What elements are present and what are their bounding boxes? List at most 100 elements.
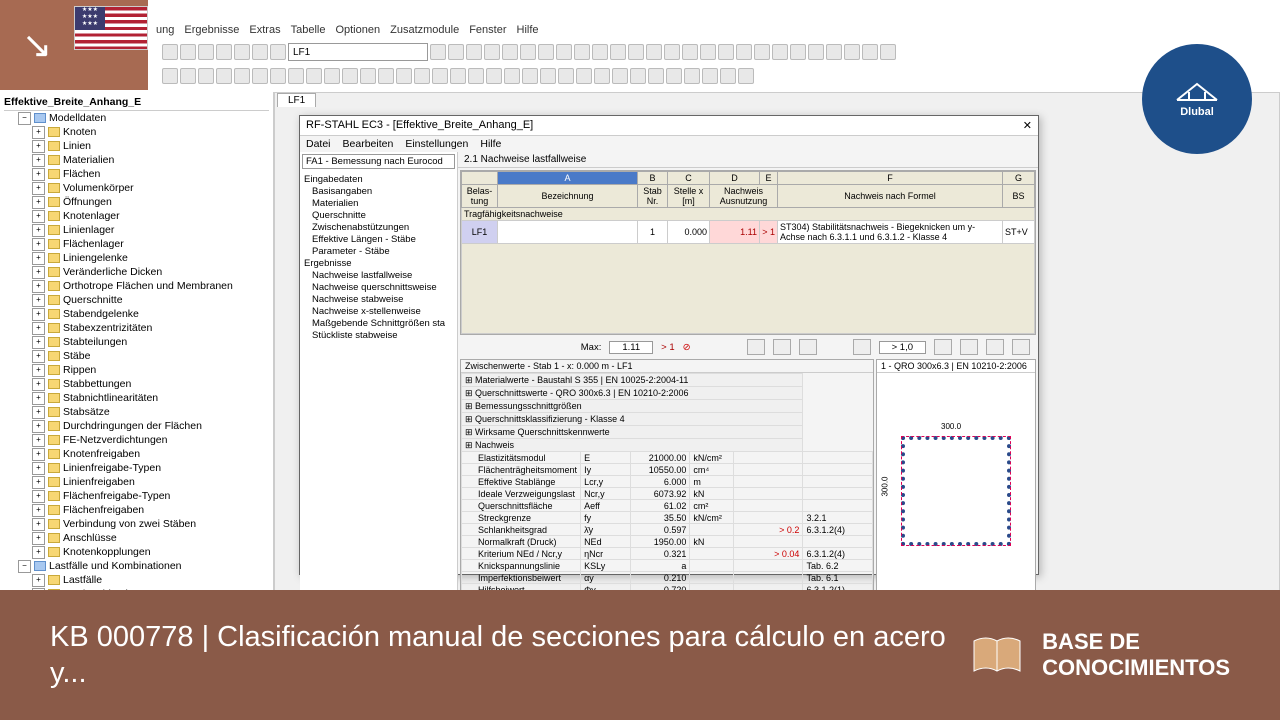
tree-root[interactable]: Effektive_Breite_Anhang_E bbox=[4, 94, 269, 111]
details-row[interactable]: Streckgrenzefy35.50kN/cm²3.2.1 bbox=[462, 512, 873, 524]
tb-icon[interactable] bbox=[466, 44, 482, 60]
tb-icon[interactable] bbox=[360, 68, 376, 84]
tree-item[interactable]: Flächenlager bbox=[32, 237, 269, 251]
tb-icon[interactable] bbox=[880, 44, 896, 60]
tb-icon[interactable] bbox=[666, 68, 682, 84]
tb-icon[interactable] bbox=[718, 44, 734, 60]
details-row[interactable]: ElastizitätsmodulE21000.00kN/cm² bbox=[462, 452, 873, 464]
tb-icon[interactable] bbox=[306, 68, 322, 84]
tree-item[interactable]: Stabendgelenke bbox=[32, 307, 269, 321]
result-row[interactable]: LF1 1 0.000 1.11 > 1 ST304) Stabilitätsn… bbox=[462, 221, 1035, 244]
tb-icon[interactable] bbox=[448, 44, 464, 60]
loadcase-combo[interactable] bbox=[288, 43, 428, 61]
filter-button[interactable] bbox=[773, 339, 791, 355]
tb-icon[interactable] bbox=[396, 68, 412, 84]
tree-item[interactable]: Stäbe bbox=[32, 349, 269, 363]
tree-item[interactable]: Lastfälle bbox=[32, 573, 269, 587]
details-row[interactable]: QuerschnittsflächeAeff61.02cm² bbox=[462, 500, 873, 512]
tb-icon[interactable] bbox=[576, 68, 592, 84]
tree-item[interactable]: Flächen bbox=[32, 167, 269, 181]
tb-icon[interactable] bbox=[646, 44, 662, 60]
details-row[interactable]: Schlankheitsgradλ̄y0.597> 0.26.3.1.2(4) bbox=[462, 524, 873, 536]
model-tab[interactable]: LF1 bbox=[277, 93, 316, 107]
menu-item[interactable]: Einstellungen bbox=[405, 138, 468, 150]
tree-item[interactable]: Knotenlager bbox=[32, 209, 269, 223]
tb-icon[interactable] bbox=[270, 68, 286, 84]
menu-item[interactable]: Hilfe bbox=[480, 138, 501, 150]
dialog-menubar[interactable]: Datei Bearbeiten Einstellungen Hilfe bbox=[300, 136, 1038, 152]
menu-item[interactable]: Fenster bbox=[469, 24, 506, 36]
nav-heading[interactable]: Ergebnisse bbox=[304, 257, 453, 269]
tree-item[interactable]: Linienfreigaben bbox=[32, 475, 269, 489]
tb-icon[interactable] bbox=[468, 68, 484, 84]
tree-item[interactable]: Stabnichtlinearitäten bbox=[32, 391, 269, 405]
tb-icon[interactable] bbox=[484, 44, 500, 60]
tb-icon[interactable] bbox=[216, 44, 232, 60]
tb-icon[interactable] bbox=[432, 68, 448, 84]
nav-item[interactable]: Nachweise lastfallweise bbox=[304, 269, 453, 281]
tb-icon[interactable] bbox=[162, 44, 178, 60]
app-menubar[interactable]: ung Ergebnisse Extras Tabelle Optionen Z… bbox=[156, 24, 539, 36]
details-row[interactable]: Ideale VerzweigungslastNcr,y6073.92kN bbox=[462, 488, 873, 500]
tb-icon[interactable] bbox=[252, 44, 268, 60]
tree-group[interactable]: Modelldaten bbox=[18, 111, 269, 125]
tb-icon[interactable] bbox=[772, 44, 788, 60]
menu-item[interactable]: Bearbeiten bbox=[343, 138, 394, 150]
tb-icon[interactable] bbox=[502, 44, 518, 60]
tree-item[interactable]: Knotenfreigaben bbox=[32, 447, 269, 461]
details-section[interactable]: Querschnittsklassifizierung - Klasse 4 bbox=[462, 413, 873, 426]
tb-icon[interactable] bbox=[754, 44, 770, 60]
details-row[interactable]: FlächenträgheitsmomentIy10550.00cm⁴ bbox=[462, 464, 873, 476]
tree-item[interactable]: Knoten bbox=[32, 125, 269, 139]
nav-item[interactable]: Maßgebende Schnittgrößen sta bbox=[304, 317, 453, 329]
scale-combo[interactable]: > 1,0 bbox=[879, 341, 926, 354]
tree-item[interactable]: Verbindung von zwei Stäben bbox=[32, 517, 269, 531]
menu-item[interactable]: Extras bbox=[249, 24, 280, 36]
tb-icon[interactable] bbox=[702, 68, 718, 84]
tool-button[interactable] bbox=[986, 339, 1004, 355]
tool-button[interactable] bbox=[1012, 339, 1030, 355]
model-view[interactable]: LF1 RF-STAHL EC3 - [Effektive_Breite_Anh… bbox=[274, 92, 1280, 600]
intermediate-values-table[interactable]: Zwischenwerte - Stab 1 - x: 0.000 m - LF… bbox=[460, 359, 874, 609]
tb-icon[interactable] bbox=[522, 68, 538, 84]
tree-item[interactable]: Öffnungen bbox=[32, 195, 269, 209]
tb-icon[interactable] bbox=[216, 68, 232, 84]
nav-item[interactable]: Querschnitte bbox=[304, 209, 453, 221]
tb-icon[interactable] bbox=[682, 44, 698, 60]
tb-icon[interactable] bbox=[430, 44, 446, 60]
tb-icon[interactable] bbox=[574, 44, 590, 60]
results-table[interactable]: A B C D E F G Belas- tung Bezeichnung bbox=[460, 170, 1036, 335]
menu-item[interactable]: Tabelle bbox=[291, 24, 326, 36]
filter-button[interactable] bbox=[747, 339, 765, 355]
tree-item[interactable]: Volumenkörper bbox=[32, 181, 269, 195]
nav-item[interactable]: Zwischenabstützungen bbox=[304, 221, 453, 233]
tb-icon[interactable] bbox=[862, 44, 878, 60]
tree-item[interactable]: Knotenkopplungen bbox=[32, 545, 269, 559]
tb-icon[interactable] bbox=[180, 68, 196, 84]
details-section[interactable]: Bemessungsschnittgrößen bbox=[462, 400, 873, 413]
tb-icon[interactable] bbox=[450, 68, 466, 84]
tb-icon[interactable] bbox=[628, 44, 644, 60]
nav-item[interactable]: Nachweise x-stellenweise bbox=[304, 305, 453, 317]
tb-icon[interactable] bbox=[556, 44, 572, 60]
details-row[interactable]: Imperfektionsbeiwertαy0.210Tab. 6.1 bbox=[462, 572, 873, 584]
details-row[interactable]: Effektive StablängeLcr,y6.000m bbox=[462, 476, 873, 488]
tree-item[interactable]: Querschnitte bbox=[32, 293, 269, 307]
close-icon[interactable]: ✕ bbox=[1023, 119, 1032, 132]
tool-button[interactable] bbox=[934, 339, 952, 355]
tree-item[interactable]: Flächenfreigabe-Typen bbox=[32, 489, 269, 503]
nav-heading[interactable]: Eingabedaten bbox=[304, 173, 453, 185]
details-row[interactable]: Kriterium NEd / Ncr,yηNcr0.321> 0.046.3.… bbox=[462, 548, 873, 560]
tb-icon[interactable] bbox=[378, 68, 394, 84]
tb-icon[interactable] bbox=[610, 44, 626, 60]
tb-icon[interactable] bbox=[700, 44, 716, 60]
nav-item[interactable]: Nachweise stabweise bbox=[304, 293, 453, 305]
tree-item[interactable]: Linien bbox=[32, 139, 269, 153]
tb-icon[interactable] bbox=[790, 44, 806, 60]
nav-item[interactable]: Nachweise querschnittsweise bbox=[304, 281, 453, 293]
tool-button[interactable] bbox=[960, 339, 978, 355]
tb-icon[interactable] bbox=[486, 68, 502, 84]
details-row[interactable]: Normalkraft (Druck)NEd1950.00kN bbox=[462, 536, 873, 548]
tb-icon[interactable] bbox=[720, 68, 736, 84]
tree-item[interactable]: Stabsätze bbox=[32, 405, 269, 419]
